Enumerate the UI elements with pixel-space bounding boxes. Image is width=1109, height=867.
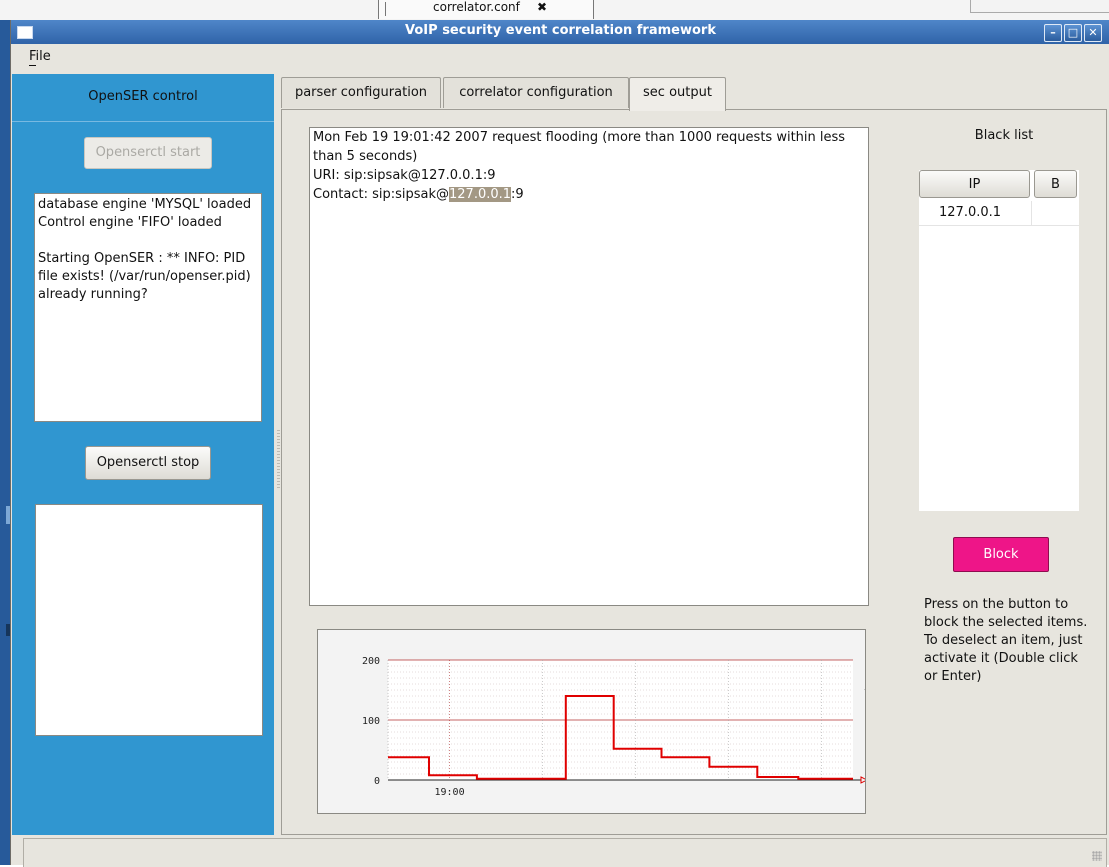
block-button[interactable]: Block [953,537,1049,572]
request-rate-chart: 0 100 200 19:00 RRDTOOL / TOBI OETIKER [317,629,870,814]
log-line: database engine 'MYSQL' loaded [38,197,252,212]
desktop-tab-label: correlator.conf [433,0,520,14]
openserctl-start-button[interactable]: Openserctl start [84,137,212,169]
y-tick-label: 100 [362,716,380,727]
log-line: Starting OpenSER : ** INFO: PID file exi… [38,251,255,302]
openser-control-header: OpenSER control [12,74,274,122]
close-button[interactable]: ✕ [1084,24,1102,42]
openserctl-stop-button[interactable]: Openserctl stop [85,446,211,480]
chart-side-label: RRDTOOL / TOBI OETIKER [863,660,865,740]
x-axis-arrow [860,776,869,784]
y-tick-label: 200 [362,656,380,667]
desktop-corner [970,0,1109,13]
main-window: VoIP security event correlation framewor… [10,20,1109,867]
selected-text: 127.0.0.1 [449,187,512,202]
openser-log[interactable]: database engine 'MYSQL' loaded Control e… [34,193,262,422]
log-line: Control engine 'FIFO' loaded [38,215,222,230]
menu-file[interactable]: File [29,49,51,64]
menu-bar: File [11,44,1109,70]
tab-sec-output[interactable]: sec output [629,77,726,111]
blacklist-table[interactable]: IP B 127.0.0.1 [919,170,1079,511]
splitter-handle[interactable] [277,430,280,490]
tab-scroll-icon [385,2,426,16]
output-contact-prefix: Contact: sip:sipsak@ [313,187,450,202]
blacklist-help-text: Press on the button to block the selecte… [924,597,1088,684]
output-contact-suffix: :9 [511,187,524,202]
output-line: Mon Feb 19 19:01:42 2007 request floodin… [313,130,846,164]
minimize-button[interactable]: – [1044,24,1062,42]
y-tick-label: 0 [374,776,380,787]
maximize-button[interactable]: □ [1064,24,1082,42]
output-line: Contact: sip:sipsak@127.0.0.1:9 [313,185,865,204]
openser-stop-log[interactable] [35,504,263,736]
title-bar[interactable]: VoIP security event correlation framewor… [11,20,1109,44]
output-line: URI: sip:sipsak@127.0.0.1:9 [313,168,496,183]
tab-parser-configuration[interactable]: parser configuration [281,77,441,108]
tab-close-icon[interactable]: ✖ [537,0,547,17]
desktop-left-edge [0,20,10,865]
cell-ip: 127.0.0.1 [939,205,1002,220]
mnemonic-underline [29,65,36,66]
sec-output-text[interactable]: Mon Feb 19 19:01:42 2007 request floodin… [309,127,869,606]
tab-correlator-configuration[interactable]: correlator configuration [443,77,629,108]
openser-control-panel: OpenSER control Openserctl start databas… [12,74,274,835]
table-row[interactable]: 127.0.0.1 [919,201,1079,226]
status-bar [23,838,1107,867]
desktop-editor-tab[interactable]: correlator.conf ✖ [378,0,594,19]
x-tick-label: 19:00 [434,787,464,798]
column-header-ip[interactable]: IP [919,170,1030,198]
column-header-b[interactable]: B [1034,170,1077,198]
window-title: VoIP security event correlation framewor… [405,23,716,38]
blacklist-title: Black list [974,128,1034,143]
chart-svg: 0 100 200 19:00 RRDTOOL / TOBI OETIKER [362,656,870,798]
cell-divider [1031,201,1032,225]
resize-grip-icon[interactable] [1092,851,1102,861]
